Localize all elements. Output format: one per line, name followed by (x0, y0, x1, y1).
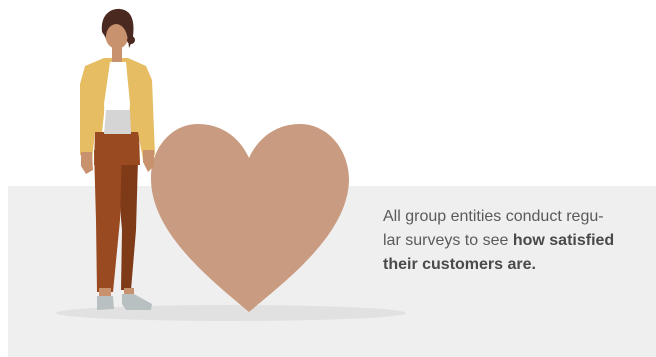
caption-line-3: their customers are. (383, 256, 536, 273)
illustration (56, 8, 406, 321)
caption-line-1: All group entities conduct regu- (383, 208, 604, 225)
person-top (104, 110, 131, 134)
person-hand-left (81, 152, 93, 174)
person-figure (80, 8, 155, 310)
person-shoe-left (97, 296, 114, 310)
heart-icon (150, 124, 349, 312)
person-trousers (94, 132, 140, 165)
caption-line-2-plain: lar surveys to see (383, 232, 513, 249)
caption-line-2-bold: how satisfied (512, 232, 615, 249)
person-front-leg (94, 150, 122, 292)
infographic-panel: All group entities conduct regu- lar sur… (0, 0, 656, 357)
caption-text: All group entities conduct regu- lar sur… (383, 205, 653, 277)
person-shoe-right (122, 294, 152, 310)
caption-line-2: lar surveys to see how satisfied (383, 229, 653, 253)
